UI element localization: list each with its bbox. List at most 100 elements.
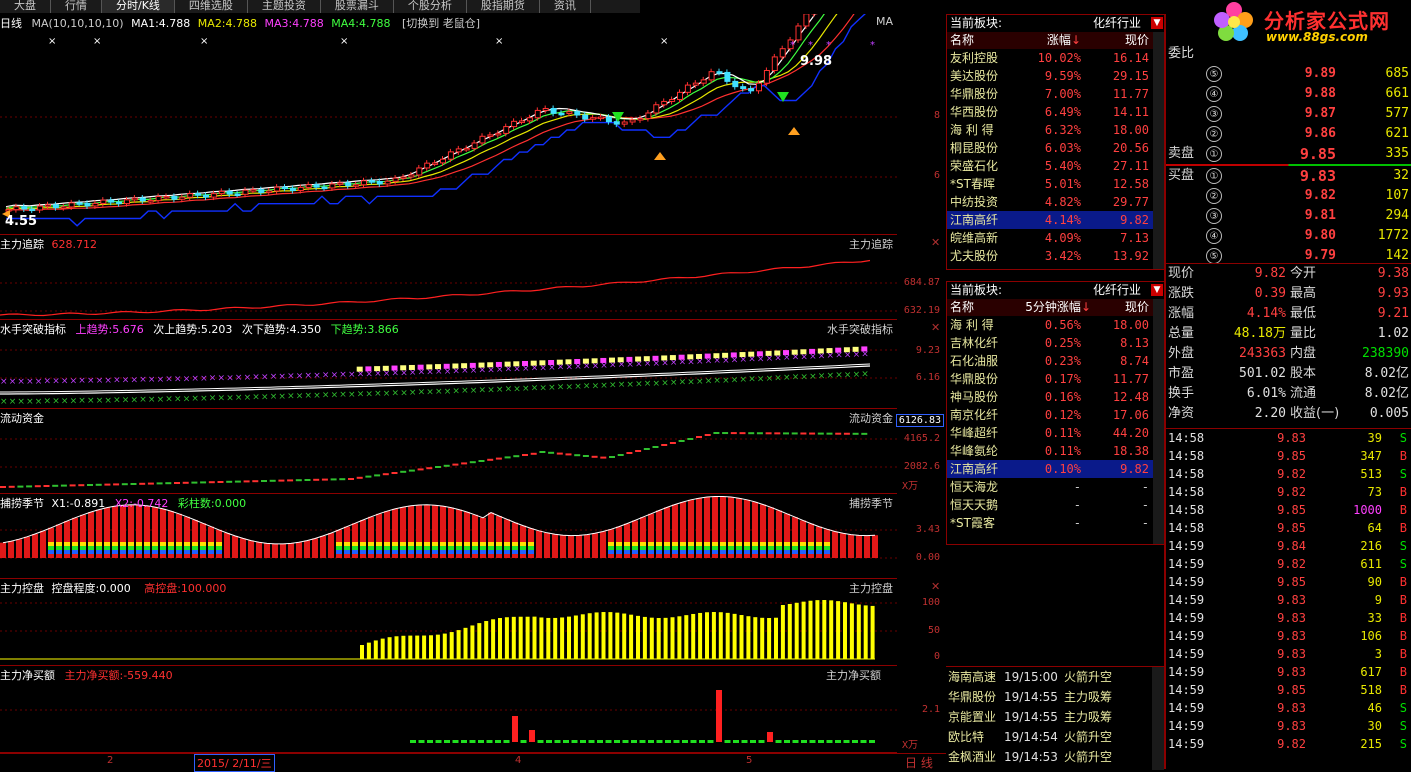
sector-row[interactable]: 海 利 得 6.32% 18.00 — [947, 121, 1165, 139]
control-pane[interactable]: 主力控盘 控盘程度:0.000 高控盘:100.000 主力控盘 — [0, 579, 897, 666]
candle-body — [795, 25, 802, 41]
close-icon[interactable]: ✕ — [931, 236, 940, 249]
sector-row[interactable]: 吉林化纤 0.25% 8.13 — [947, 334, 1165, 352]
fishing-bar — [448, 550, 454, 554]
scrollbar[interactable] — [1152, 667, 1164, 770]
sailor-box — [635, 356, 642, 362]
alert-item[interactable]: 金枫酒业 19/14:53 火箭升空 — [946, 747, 1164, 767]
control-scale-0: 0 — [933, 651, 940, 662]
sector-row[interactable]: *ST春晖 5.01% 12.58 — [947, 175, 1165, 193]
ma-line — [5, 14, 825, 209]
sector-row[interactable]: 中纺投资 4.82% 29.77 — [947, 193, 1165, 211]
sell-level[interactable]: ③ 9.87 577 — [1166, 104, 1411, 124]
sector-row[interactable]: 海 利 得 0.56% 18.00 — [947, 316, 1165, 334]
col-price[interactable]: 现价 — [1087, 299, 1149, 316]
tab-3[interactable]: 四维选股 — [175, 0, 248, 13]
sector-row[interactable]: 华鼎股份 7.00% 11.77 — [947, 85, 1165, 103]
candle-body — [432, 162, 439, 165]
tick-list[interactable]: 14:58 9.83 39 S 14:58 9.85 347 B 14:58 9.82 513 S 14… — [1166, 428, 1411, 753]
buy-level[interactable]: ④ 9.80 1772 — [1166, 226, 1411, 246]
sector-row[interactable]: 华鼎股份 0.17% 11.77 — [947, 370, 1165, 388]
sector-row[interactable]: 尤夫股份 3.42% 13.92 — [947, 247, 1165, 265]
sector-row[interactable]: 江南高纤 4.14% 9.82 — [947, 211, 1165, 229]
sector-row[interactable]: 友利控股 10.02% 16.14 — [947, 49, 1165, 67]
sector-row[interactable]: 华峰氨纶 0.11% 18.38 — [947, 442, 1165, 460]
stock-price: 14.11 — [1112, 105, 1149, 119]
sector-row[interactable]: 美达股份 9.59% 29.15 — [947, 67, 1165, 85]
tab-2[interactable]: 分时/K线 — [102, 0, 175, 13]
alert-list[interactable]: 海南高速 19/15:00 火箭升空 华鼎股份 19/14:55 主力吸筹 京能置业 19/1… — [946, 666, 1164, 770]
candle-body — [155, 195, 162, 202]
sell-level[interactable]: ② 9.86 621 — [1166, 124, 1411, 144]
sector-row[interactable]: 华峰超纤 0.11% 44.20 — [947, 424, 1165, 442]
close-icon[interactable]: ✕ — [931, 580, 940, 593]
sector-row[interactable]: 桐昆股份 6.03% 20.56 — [947, 139, 1165, 157]
tab-0[interactable]: 大盘 — [0, 0, 51, 13]
fishing-bar — [392, 550, 398, 554]
cross-marker: × — [766, 374, 774, 384]
star-marker: * — [790, 40, 795, 51]
sailor-pane[interactable]: × × × × × × × × × × × × × × × × × × × × × × × × × × × × × × × × × × × × × × × ×… — [0, 320, 897, 409]
dropdown-arrow-icon[interactable]: ▼ — [1151, 17, 1163, 29]
sector-row[interactable]: 神马股份 0.16% 12.48 — [947, 388, 1165, 406]
control-bar — [477, 623, 482, 659]
col-change[interactable]: 5分钟涨幅↓ — [1013, 299, 1091, 316]
fishing-bar — [376, 546, 382, 550]
netbuy-pane[interactable]: 主力净买额 主力净买额:-559.440 主力净买额 — [0, 666, 897, 753]
col-name[interactable]: 名称 — [950, 32, 974, 49]
tab-4[interactable]: 主题投资 — [248, 0, 321, 13]
sector-row[interactable]: 华西股份 6.49% 14.11 — [947, 103, 1165, 121]
main-track-title: 主力追踪 — [0, 238, 44, 251]
ratio-row: 委比 — [1166, 44, 1411, 64]
close-icon[interactable]: ✕ — [931, 321, 940, 334]
buy-level[interactable]: ② 9.82 107 — [1166, 186, 1411, 206]
kline-pane[interactable]: × × × × × × * * * * 日线 MA(10,10,10,10) MA1:4.788 … — [0, 14, 897, 235]
switch-link[interactable]: [切换到 老鼠仓] — [402, 17, 480, 30]
sell-level[interactable]: ⑤ 9.89 685 — [1166, 64, 1411, 84]
alert-item[interactable]: 欧比特 19/14:54 火箭升空 — [946, 727, 1164, 747]
col-name[interactable]: 名称 — [950, 299, 974, 316]
sector-row[interactable]: 恒天海龙 - - — [947, 478, 1165, 496]
buy-level[interactable]: ③ 9.81 294 — [1166, 206, 1411, 226]
cross-marker: × — [183, 394, 191, 404]
cross-marker: × — [226, 373, 234, 383]
sector-row[interactable]: 石化油服 0.23% 8.74 — [947, 352, 1165, 370]
cross-marker: × — [278, 392, 286, 402]
quote-l2: 量比 — [1290, 326, 1317, 341]
col-change[interactable]: 涨幅↓ — [1035, 32, 1081, 49]
fishing-bar — [392, 546, 398, 550]
alert-item[interactable]: 海南高速 19/15:00 火箭升空 — [946, 667, 1164, 687]
fishing-bar — [720, 546, 726, 550]
period-toggle[interactable]: 日 线 — [905, 754, 933, 771]
alert-name: 欧比特 — [948, 730, 985, 744]
sector-row[interactable]: 荣盛石化 5.40% 27.11 — [947, 157, 1165, 175]
star-marker: × — [200, 36, 208, 47]
sell-level[interactable]: ④ 9.88 661 — [1166, 84, 1411, 104]
tab-6[interactable]: 个股分析 — [394, 0, 467, 13]
sector-row[interactable]: 江南高纤 0.10% 9.82 — [947, 460, 1165, 478]
sector-table-gain[interactable]: 当前板块: 化纤行业 ▼ 名称 涨幅↓ 现价 友利控股 10.02% 16.14 美达… — [946, 14, 1166, 270]
fishing-pane[interactable]: 捕捞季节 X1:-0.891 X2:-0.742 彩柱数:0.000 捕捞季节 — [0, 494, 897, 579]
sell-level[interactable]: 卖盘 ① 9.85 335 — [1166, 144, 1411, 164]
cross-marker: × — [61, 376, 69, 386]
control-bar — [684, 615, 689, 659]
dropdown-arrow-icon[interactable]: ▼ — [1151, 284, 1163, 296]
main-track-pane[interactable]: 主力追踪 628.712 主力追踪 — [0, 235, 897, 320]
sailor-right: 水手突破指标 — [827, 323, 893, 336]
cross-marker: × — [513, 384, 521, 394]
col-price[interactable]: 现价 — [1087, 32, 1149, 49]
alert-item[interactable]: 华鼎股份 19/14:55 主力吸筹 — [946, 687, 1164, 707]
alert-item[interactable]: 京能置业 19/14:55 主力吸筹 — [946, 707, 1164, 727]
liquidity-pane[interactable]: 流动资金 流动资金 — [0, 409, 897, 494]
sector-row[interactable]: *ST霞客 - - — [947, 514, 1165, 532]
sector-table-5min[interactable]: 当前板块: 化纤行业 ▼ 名称 5分钟涨幅↓ 现价 海 利 得 0.56% 18.0… — [946, 281, 1166, 545]
sector-row[interactable]: 南京化纤 0.12% 17.06 — [947, 406, 1165, 424]
tab-8[interactable]: 资讯 — [540, 0, 591, 13]
sector-row[interactable]: 皖维高新 4.09% 7.13 — [947, 229, 1165, 247]
sector-row[interactable]: 恒天天鹅 - - — [947, 496, 1165, 514]
level-volume: 685 — [1385, 66, 1409, 81]
tab-7[interactable]: 股指期货 — [467, 0, 540, 13]
tab-5[interactable]: 股票漏斗 — [321, 0, 394, 13]
buy-level[interactable]: 买盘 ① 9.83 32 — [1166, 166, 1411, 186]
tab-1[interactable]: 行情 — [51, 0, 102, 13]
